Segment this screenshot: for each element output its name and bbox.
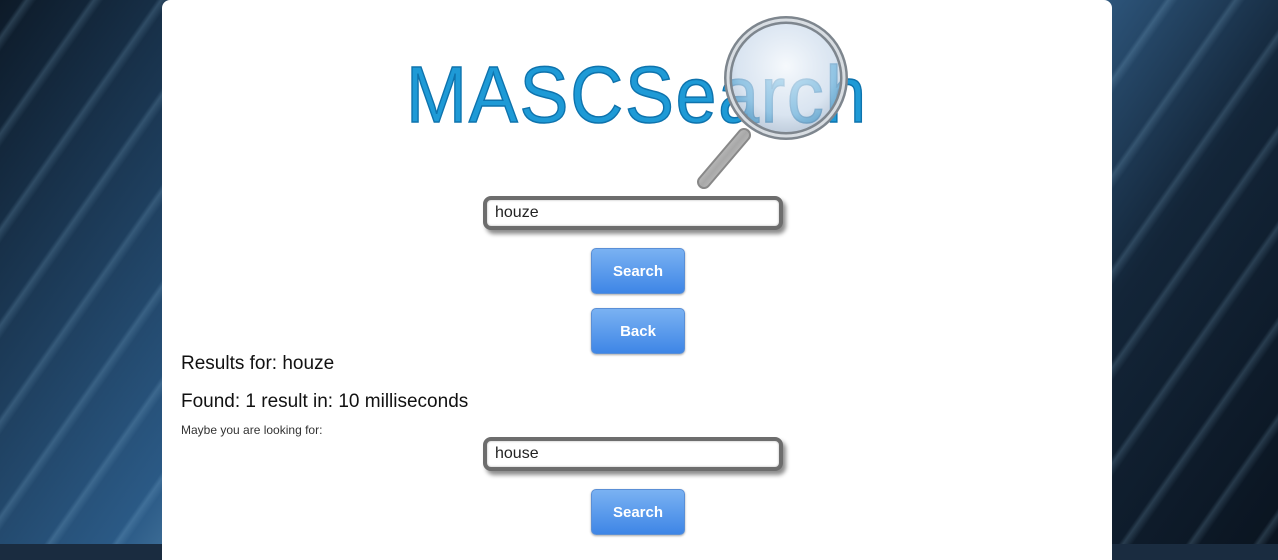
suggestion-input-box — [483, 437, 783, 471]
search-button[interactable]: Search — [591, 248, 685, 294]
results-count: Found: 1 result in: 10 milliseconds — [181, 391, 469, 412]
mascsearch-logo: MASCSearch — [405, 16, 867, 189]
results-for-heading: Results for: houze — [181, 353, 335, 374]
suggestion-label: Maybe you are looking for: — [181, 423, 323, 437]
suggestion-input[interactable] — [487, 441, 779, 467]
search-input-box — [483, 196, 783, 230]
suggestion-search-button[interactable]: Search — [591, 489, 685, 535]
search-input[interactable] — [487, 200, 779, 226]
back-button[interactable]: Back — [591, 308, 685, 354]
